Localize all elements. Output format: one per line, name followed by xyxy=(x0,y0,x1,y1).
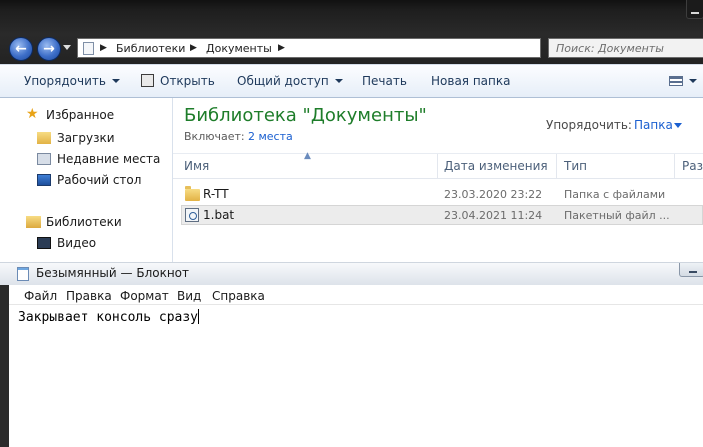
library-title: Библиотека "Документы" xyxy=(184,105,427,126)
downloads-folder-icon xyxy=(37,132,51,144)
nav-recent-label: Недавние места xyxy=(57,152,161,166)
command-bar: Упорядочить Открыть Общий доступ Печать … xyxy=(0,64,703,98)
view-dropdown-arrow-icon[interactable] xyxy=(689,79,697,83)
share-label: Общий доступ xyxy=(237,74,329,88)
recent-pages-dropdown-icon[interactable] xyxy=(63,45,71,50)
column-divider[interactable] xyxy=(674,154,675,178)
file-name: R-TT xyxy=(203,187,229,201)
nav-video-label: Видео xyxy=(57,236,97,250)
menu-bar: Файл Правка Формат Вид Справка xyxy=(9,285,703,305)
share-button[interactable]: Общий доступ xyxy=(237,74,343,88)
address-bar[interactable]: ▶ Библиотеки ▶ Документы ▶ ⇆ xyxy=(77,38,611,58)
forward-button[interactable]: → xyxy=(37,37,61,61)
nav-libraries-label: Библиотеки xyxy=(46,215,122,229)
file-name: 1.bat xyxy=(203,208,235,222)
explorer-window: ← → ▶ Библиотеки ▶ Документы ▶ ⇆ Поиск: … xyxy=(0,0,703,262)
file-type: Пакетный файл ... xyxy=(564,209,670,222)
window-title: Безымянный — Блокнот xyxy=(36,266,190,280)
column-type-header[interactable]: Тип xyxy=(564,159,587,173)
column-name-header[interactable]: Имя xyxy=(184,159,209,173)
menu-format[interactable]: Формат xyxy=(120,289,169,303)
open-button[interactable]: Открыть xyxy=(160,74,215,88)
recent-places-icon xyxy=(37,153,51,165)
libraries-icon xyxy=(26,216,41,228)
notepad-title-bar[interactable]: Безымянный — Блокнот xyxy=(0,262,703,285)
breadcrumb-separator-icon[interactable]: ▶ xyxy=(190,43,197,53)
menu-view[interactable]: Вид xyxy=(177,289,201,303)
minimize-button[interactable] xyxy=(679,263,703,277)
file-type: Папка с файлами xyxy=(564,188,666,201)
dropdown-arrow-icon xyxy=(334,79,343,83)
navigation-pane: ★ Избранное Загрузки Недавние места Рабо… xyxy=(0,98,172,262)
arrange-by-label: Упорядочить: xyxy=(546,118,632,132)
organize-button[interactable]: Упорядочить xyxy=(24,74,120,88)
minimize-button[interactable] xyxy=(686,0,703,19)
file-date: 23.04.2021 11:24 xyxy=(444,209,543,222)
arrange-by-dropdown[interactable]: Папка xyxy=(634,118,673,132)
includes-locations-link[interactable]: 2 места xyxy=(248,130,293,143)
open-icon xyxy=(141,74,154,87)
menu-help[interactable]: Справка xyxy=(212,289,265,303)
column-date-header[interactable]: Дата изменения xyxy=(444,159,548,173)
file-row[interactable]: R-TT 23.03.2020 23:22 Папка с файлами xyxy=(181,184,703,204)
text-editor-area[interactable]: Закрывает консоль сразу xyxy=(9,305,703,447)
explorer-title-frame: ← → ▶ Библиотеки ▶ Документы ▶ ⇆ Поиск: … xyxy=(0,0,703,64)
video-library-icon xyxy=(37,237,51,249)
new-folder-button[interactable]: Новая папка xyxy=(431,74,510,88)
breadcrumb-libraries[interactable]: Библиотеки xyxy=(116,42,185,55)
column-size-header[interactable]: Раз xyxy=(682,159,703,173)
folder-icon xyxy=(185,186,200,201)
menu-file[interactable]: Файл xyxy=(24,289,57,303)
file-date: 23.03.2020 23:22 xyxy=(444,188,543,201)
view-options-icon[interactable] xyxy=(669,76,683,86)
nav-favorites-label: Избранное xyxy=(46,108,115,122)
back-button[interactable]: ← xyxy=(9,37,33,61)
star-icon: ★ xyxy=(26,106,39,122)
search-input[interactable]: Поиск: Документы xyxy=(548,38,703,58)
includes-label: Включает: xyxy=(184,130,245,143)
column-divider[interactable] xyxy=(437,154,438,178)
editor-text: Закрывает консоль сразу xyxy=(18,310,199,325)
column-headers: ▲ Имя Дата изменения Тип Раз xyxy=(173,151,703,179)
breadcrumb-documents[interactable]: Документы xyxy=(206,42,272,55)
batch-file-icon xyxy=(185,208,199,222)
notepad-window: Безымянный — Блокнот Файл Правка Формат … xyxy=(0,262,703,447)
organize-label: Упорядочить xyxy=(24,74,106,88)
search-placeholder: Поиск: Документы xyxy=(556,42,664,55)
text-caret xyxy=(198,309,200,324)
arrange-dropdown-arrow-icon[interactable] xyxy=(674,123,682,128)
content-pane: Библиотека "Документы" Включает: 2 места… xyxy=(173,98,703,262)
print-button[interactable]: Печать xyxy=(362,74,407,88)
library-icon xyxy=(83,42,94,55)
breadcrumb-separator-icon[interactable]: ▶ xyxy=(100,43,107,53)
dropdown-arrow-icon xyxy=(111,79,120,83)
editor-content[interactable]: Закрывает консоль сразу xyxy=(18,309,200,325)
nav-desktop-label: Рабочий стол xyxy=(57,173,142,187)
column-divider[interactable] xyxy=(556,154,557,178)
nav-downloads-label: Загрузки xyxy=(57,131,115,145)
breadcrumb-separator-icon[interactable]: ▶ xyxy=(278,43,285,53)
notepad-icon xyxy=(17,267,29,281)
sort-ascending-icon: ▲ xyxy=(304,151,311,161)
file-row-selected[interactable]: 1.bat 23.04.2021 11:24 Пакетный файл ... xyxy=(181,205,703,225)
menu-edit[interactable]: Правка xyxy=(66,289,112,303)
desktop-icon xyxy=(37,174,51,186)
